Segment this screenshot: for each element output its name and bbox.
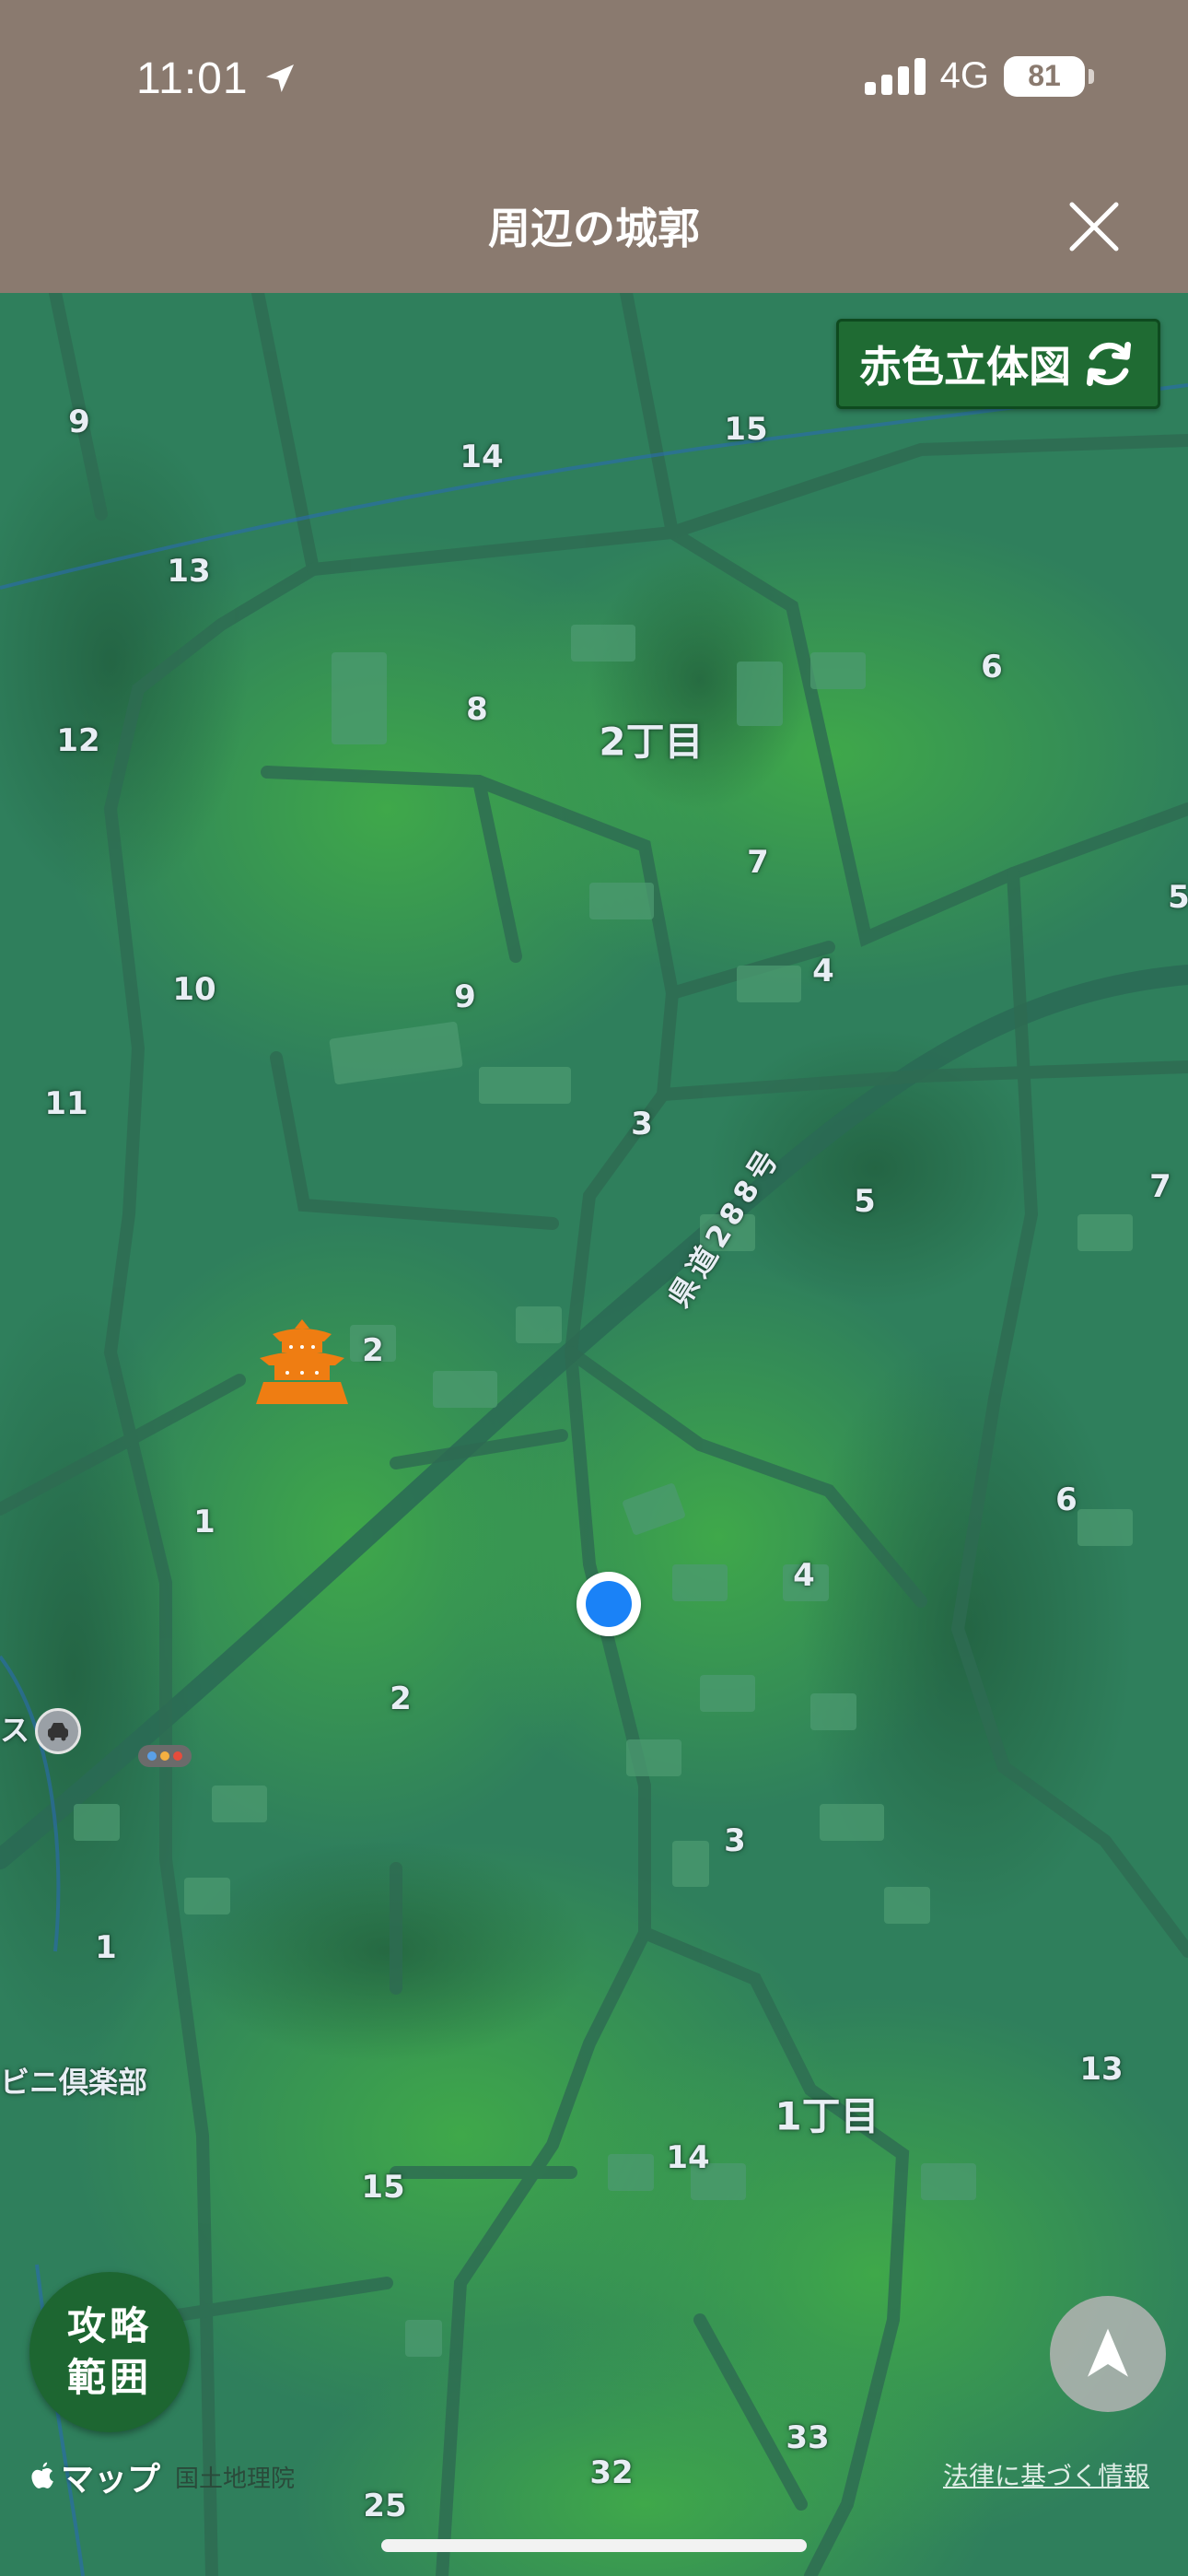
terrain-map <box>0 293 1188 2576</box>
block-number: 1 <box>95 1929 117 1966</box>
status-time: 11:01 <box>136 53 298 104</box>
refresh-icon <box>1086 341 1132 387</box>
block-number: 2 <box>390 1680 412 1717</box>
block-number: 1 <box>193 1504 215 1540</box>
area-label-2chome: 2丁目 <box>599 719 704 765</box>
block-number: 15 <box>361 2169 405 2206</box>
block-number: 9 <box>454 978 476 1015</box>
block-number: 10 <box>172 971 216 1008</box>
block-number: 3 <box>631 1106 653 1142</box>
page-title: 周辺の城郭 <box>488 204 700 253</box>
relief-map-toggle-label: 赤色立体図 <box>859 342 1071 392</box>
block-number: 13 <box>1079 2051 1124 2088</box>
poi-label-convenience-club: ビニ倶楽部 <box>0 2065 148 2100</box>
locate-me-button[interactable] <box>1050 2296 1166 2412</box>
gsi-attribution: 国土地理院 <box>175 2465 296 2493</box>
block-number: 7 <box>1149 1168 1171 1205</box>
apple-maps-attribution: マップ <box>28 2453 160 2500</box>
block-number: 7 <box>747 844 769 881</box>
relief-map-toggle-button[interactable]: 赤色立体図 <box>836 319 1160 409</box>
block-number: 11 <box>44 1085 88 1122</box>
battery-level: 81 <box>1028 59 1061 92</box>
home-indicator[interactable] <box>381 2539 807 2552</box>
apple-logo-icon <box>31 2462 53 2488</box>
legal-info-link[interactable]: 法律に基づく情報 <box>943 2456 1149 2493</box>
block-number: 33 <box>786 2419 830 2456</box>
block-number: 3 <box>724 1822 746 1859</box>
capture-range-label-2: 範囲 <box>66 2355 152 2400</box>
block-number: 8 <box>466 691 488 728</box>
poi-label-partial: ス <box>0 1713 30 1748</box>
map-view[interactable]: 9 14 15 13 6 12 8 7 5 10 9 4 11 3 5 7 2 … <box>0 293 1188 2576</box>
block-number: 15 <box>724 411 768 448</box>
block-number: 25 <box>363 2488 407 2524</box>
block-number: 12 <box>56 722 100 759</box>
capture-range-button[interactable]: 攻略 範囲 <box>29 2272 190 2432</box>
navigation-arrow-icon <box>1088 2328 1128 2377</box>
block-number: 5 <box>854 1183 876 1220</box>
maps-attribution-text: マップ <box>61 2461 161 2499</box>
location-arrow-icon <box>265 64 294 92</box>
current-location-dot <box>577 1572 641 1636</box>
header-bar: 11:01 4G 81 周辺の城郭 <box>0 0 1188 293</box>
block-number: 2 <box>362 1332 384 1369</box>
car-poi-icon[interactable] <box>35 1708 81 1754</box>
battery-icon: 81 <box>1004 55 1094 97</box>
block-number: 4 <box>812 953 834 989</box>
signal-icon <box>864 57 926 95</box>
area-label-1chome: 1丁目 <box>775 2093 879 2139</box>
block-number: 14 <box>460 439 504 475</box>
block-number: 13 <box>167 553 211 590</box>
castle-marker-icon[interactable] <box>254 1317 350 1406</box>
traffic-light-icon[interactable] <box>138 1745 192 1767</box>
block-number: 32 <box>589 2454 634 2491</box>
block-number: 5 <box>1168 879 1188 916</box>
block-number: 9 <box>68 404 90 440</box>
network-type: 4G <box>939 55 989 96</box>
block-number: 6 <box>1055 1481 1077 1518</box>
close-icon[interactable] <box>1065 197 1124 256</box>
status-indicators: 4G 81 <box>864 55 1094 97</box>
capture-range-label-1: 攻略 <box>66 2303 152 2348</box>
block-number: 4 <box>793 1557 815 1594</box>
block-number: 6 <box>981 649 1003 685</box>
block-number: 14 <box>666 2139 710 2176</box>
